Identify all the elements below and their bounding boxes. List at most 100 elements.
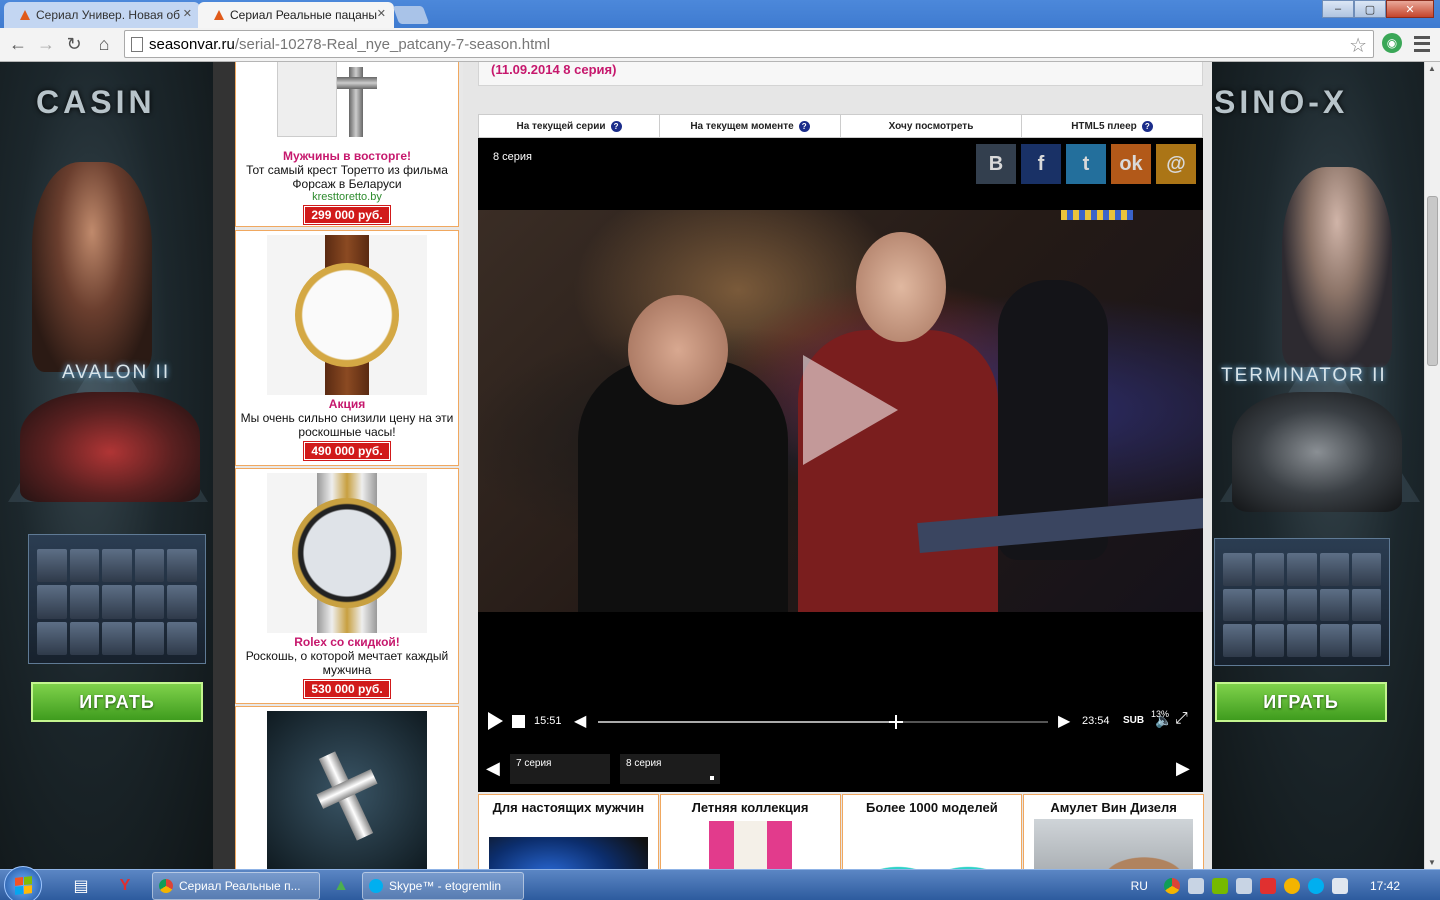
seek-handle[interactable] [889, 715, 903, 729]
taskbar-skype-window[interactable]: Skype™ - etogremlin [362, 872, 524, 900]
explorer-icon[interactable]: ▤ [64, 874, 98, 898]
home-icon[interactable]: ⌂ [92, 32, 116, 56]
episodes-next-arrow-icon[interactable]: ▶ [1176, 758, 1190, 779]
forward-arrow-icon[interactable]: ▶ [1058, 711, 1070, 731]
share-mail-icon[interactable]: @ [1156, 144, 1196, 184]
episode-item[interactable]: 7 серия [510, 754, 610, 784]
seek-bar[interactable]: 13% [598, 709, 1169, 729]
back-arrow-icon[interactable]: ← [6, 32, 30, 56]
notification-icon[interactable] [1235, 877, 1252, 894]
ad-price[interactable]: 299 000 руб. [303, 205, 391, 225]
casino-banner-left[interactable]: CASIN AVALON II ИГРАТЬ [0, 62, 213, 869]
episode-item-active[interactable]: 8 серия [620, 754, 720, 784]
tab-realnye-patsany[interactable]: Сериал Реальные пацаны ✕ [198, 2, 394, 28]
product-card-amulet[interactable]: Амулет Вин Дизеля [1023, 794, 1204, 869]
language-indicator[interactable]: RU [1131, 879, 1148, 893]
product-card-men[interactable]: Для настоящих мужчин [478, 794, 659, 869]
casino-banner-right[interactable]: SINO-X TERMINATOR II ИГРАТЬ [1212, 62, 1424, 869]
video-player: На текущей серии? На текущем моменте? Хо… [478, 114, 1203, 792]
ad-price[interactable]: 530 000 руб. [303, 679, 391, 699]
stop-icon[interactable] [512, 715, 525, 728]
reload-icon[interactable]: ↻ [62, 32, 86, 56]
bookmark-star-icon[interactable]: ☆ [1349, 33, 1367, 58]
player-tabs: На текущей серии? На текущем моменте? Хо… [478, 114, 1203, 138]
episodes-prev-arrow-icon[interactable]: ◀ [486, 758, 500, 779]
web-page: CASIN AVALON II ИГРАТЬ Мужчины в восторг… [0, 62, 1424, 869]
clock[interactable]: 17:42 [1370, 879, 1400, 893]
system-tray: RU 17:42 [1131, 870, 1440, 900]
extension-icon[interactable]: ◉ [1382, 33, 1402, 53]
scroll-down-arrow-icon[interactable]: ▼ [1428, 858, 1436, 867]
share-facebook-icon[interactable]: f [1021, 144, 1061, 184]
fullscreen-icon[interactable]: ⤢ [1175, 710, 1188, 728]
subtitles-button[interactable]: SUB [1123, 715, 1144, 726]
scrollbar-thumb[interactable] [1427, 196, 1438, 366]
maximize-button[interactable]: ▢ [1354, 0, 1386, 18]
play-icon[interactable] [488, 712, 503, 730]
help-icon[interactable]: ? [798, 120, 810, 132]
episode-note-box: (11.09.2014 8 серия) [478, 62, 1203, 86]
yandex-browser-icon[interactable]: Y [108, 874, 142, 898]
close-icon[interactable]: ✕ [377, 7, 386, 20]
antivirus-icon[interactable] [1259, 877, 1276, 894]
ad-card-watch[interactable]: Акция Мы очень сильно снизили цену на эт… [235, 230, 459, 466]
tab-strip: Сериал Универ. Новая об ✕ Сериал Реальны… [0, 0, 1440, 28]
volume-tray-icon[interactable] [1331, 877, 1348, 894]
ad-title[interactable]: Мужчины в восторге! [236, 149, 458, 163]
tab-title: Сериал Универ. Новая об [36, 8, 181, 22]
browser-chrome: Сериал Универ. Новая об ✕ Сериал Реальны… [0, 0, 1440, 62]
tab-want-to-watch[interactable]: Хочу посмотреть [841, 115, 1022, 137]
product-card-summer[interactable]: Летняя коллекция [659, 794, 841, 869]
chrome-tray-icon[interactable] [1163, 877, 1180, 894]
help-icon[interactable]: ? [610, 120, 622, 132]
ad-title[interactable]: Акция [236, 397, 458, 411]
help-icon[interactable]: ? [1141, 120, 1153, 132]
share-odnoklassniki-icon[interactable]: ok [1111, 144, 1151, 184]
play-casino-button[interactable]: ИГРАТЬ [1215, 682, 1387, 722]
ad-card-rolex[interactable]: Rolex со скидкой! Роскошь, о которой меч… [235, 468, 459, 704]
browser-toolbar: ← → ↻ ⌂ seasonvar.ru/serial-10278-Real_n… [0, 28, 1440, 62]
app-tray-icon[interactable] [1283, 877, 1300, 894]
tab-current-episode[interactable]: На текущей серии? [479, 115, 660, 137]
scroll-up-arrow-icon[interactable]: ▲ [1428, 64, 1436, 73]
episode-list: ◀ 7 серия 8 серия ▶ [478, 754, 1203, 786]
forward-arrow-icon[interactable]: → [34, 32, 58, 56]
ad-title[interactable]: Rolex со скидкой! [236, 635, 458, 649]
windows-logo-icon [15, 876, 32, 895]
tab-current-moment[interactable]: На текущем моменте? [660, 115, 841, 137]
game-title: TERMINATOR II [1221, 365, 1387, 386]
ad-card-cross[interactable]: Мужчины в восторге! Тот самый крест Торе… [235, 62, 459, 227]
minimize-button[interactable]: – [1322, 0, 1354, 18]
nvidia-icon[interactable] [1211, 877, 1228, 894]
play-casino-button[interactable]: ИГРАТЬ [31, 682, 203, 722]
product-title: Для настоящих мужчин [492, 800, 645, 815]
skype-tray-icon[interactable] [1307, 877, 1324, 894]
cross-pendant-image [267, 62, 427, 147]
tab-univer[interactable]: Сериал Универ. Новая об ✕ [4, 2, 200, 28]
skype-icon [369, 879, 383, 893]
ad-card-pendant[interactable] [235, 706, 459, 869]
episode-date-note: (11.09.2014 8 серия) [491, 62, 617, 77]
video-frame[interactable] [478, 210, 1203, 612]
volume-icon[interactable]: 🔈 [1155, 712, 1172, 729]
product-card-shoes[interactable]: Более 1000 моделей [841, 794, 1023, 869]
start-button[interactable] [4, 866, 42, 900]
new-tab-button[interactable] [392, 6, 430, 24]
network-icon[interactable] [1187, 877, 1204, 894]
close-window-button[interactable]: ✕ [1386, 0, 1434, 18]
chrome-menu-icon[interactable] [1414, 34, 1430, 54]
ad-price[interactable]: 490 000 руб. [303, 441, 391, 461]
big-play-icon[interactable] [803, 355, 898, 465]
casino-brand: CASIN [36, 84, 156, 120]
address-bar[interactable]: seasonvar.ru/serial-10278-Real_nye_patca… [124, 30, 1374, 58]
rewind-arrow-icon[interactable]: ◀ [574, 711, 586, 731]
share-twitter-icon[interactable]: t [1066, 144, 1106, 184]
channel-logo-icon [1061, 210, 1133, 220]
ad-link[interactable]: kresttoretto.by [236, 191, 458, 203]
app-icon[interactable]: ▲ [324, 874, 358, 898]
taskbar-chrome-window[interactable]: Сериал Реальные п... [152, 872, 320, 900]
tab-html5-player[interactable]: HTML5 плеер? [1022, 115, 1202, 137]
close-icon[interactable]: ✕ [183, 7, 192, 20]
share-vk-icon[interactable]: В [976, 144, 1016, 184]
page-scrollbar[interactable]: ▲ ▼ [1424, 62, 1440, 869]
